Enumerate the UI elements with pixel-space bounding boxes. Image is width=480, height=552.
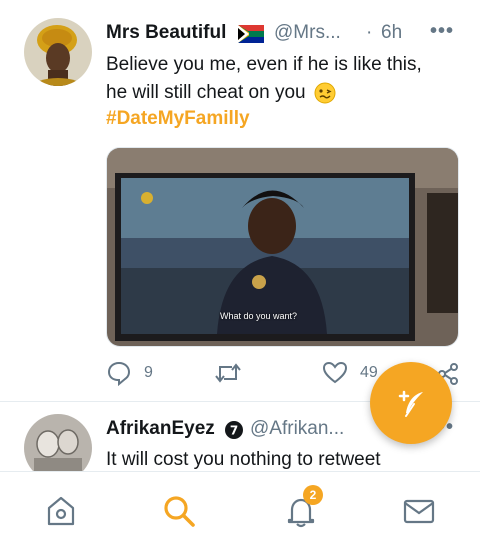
woozy-face-emoji-icon	[314, 82, 336, 104]
avatar-mrs-beautiful[interactable]	[24, 18, 92, 86]
nav-messages-button[interactable]	[402, 494, 436, 528]
tweet-author-name-2[interactable]: AfrikanEyez	[106, 418, 215, 440]
verified-badge-icon: 7	[224, 420, 244, 440]
svg-text:7: 7	[230, 424, 238, 438]
south-africa-flag-icon	[238, 25, 264, 43]
bell-icon	[284, 498, 318, 532]
tweet-author-handle-2[interactable]: @Afrikan...	[250, 418, 344, 440]
home-icon	[44, 496, 78, 532]
tweet-text: Believe you me, even if he is like this,…	[106, 51, 466, 107]
tweet-media-image[interactable]: What do you want?	[106, 147, 459, 347]
envelope-icon	[402, 499, 436, 532]
tweet-text-line2-text: he will still cheat on you	[106, 82, 306, 103]
search-icon	[162, 496, 196, 532]
tweet-author-handle[interactable]: @Mrs...	[274, 22, 341, 44]
heart-icon	[322, 360, 348, 386]
tweet-text-line1: Believe you me, even if he is like this,	[106, 54, 422, 75]
reply-count: 9	[144, 364, 153, 381]
reply-icon	[106, 360, 132, 387]
tweet-author-name[interactable]: Mrs Beautiful	[106, 22, 226, 44]
more-options-icon[interactable]: •••	[430, 20, 454, 43]
like-count: 49	[360, 364, 378, 381]
compose-tweet-button[interactable]	[370, 362, 452, 444]
avatar-image	[24, 18, 92, 86]
tweet-hashtag-link[interactable]: #DateMyFamilly	[106, 108, 250, 130]
tweet-text-line2: he will still cheat on you	[106, 79, 466, 107]
nav-search-button[interactable]	[162, 494, 196, 528]
retweet-icon	[214, 360, 242, 386]
media-subtitle: What do you want?	[220, 311, 298, 321]
notifications-badge: 2	[303, 485, 323, 505]
tweet-text-2: It will cost you nothing to retweet	[106, 449, 381, 470]
tweet-separator: ·	[366, 22, 373, 43]
retweet-button[interactable]	[214, 360, 242, 386]
feather-plus-icon	[394, 386, 428, 420]
nav-home-button[interactable]	[44, 494, 78, 528]
reply-button[interactable]: 9	[106, 360, 156, 387]
tweet-timestamp[interactable]: 6h	[381, 22, 402, 44]
